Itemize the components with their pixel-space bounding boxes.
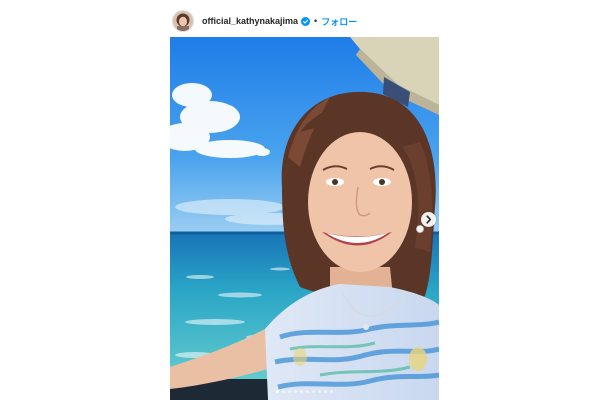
carousel-dot (288, 390, 291, 393)
carousel-dot (300, 390, 303, 393)
follow-button[interactable]: フォロー (321, 15, 357, 28)
carousel-dot (330, 390, 333, 393)
selfie-photo (170, 37, 439, 400)
avatar-image (173, 11, 193, 31)
instagram-post: official_kathynakajima • フォロー (0, 0, 610, 400)
carousel-dot (306, 390, 309, 393)
post-photo[interactable] (170, 37, 439, 400)
verified-badge-icon (301, 16, 311, 26)
carousel-dot (318, 390, 321, 393)
carousel-dot (276, 390, 279, 393)
carousel-dot (294, 390, 297, 393)
separator-dot: • (314, 16, 318, 26)
username[interactable]: official_kathynakajima (202, 16, 298, 26)
carousel-dot (324, 390, 327, 393)
carousel-indicator (276, 390, 333, 393)
carousel-dot (312, 390, 315, 393)
carousel-dot (282, 390, 285, 393)
next-slide-button[interactable] (421, 212, 436, 227)
avatar[interactable] (172, 10, 194, 32)
chevron-right-icon (426, 215, 432, 224)
post-header: official_kathynakajima • フォロー (172, 9, 357, 33)
